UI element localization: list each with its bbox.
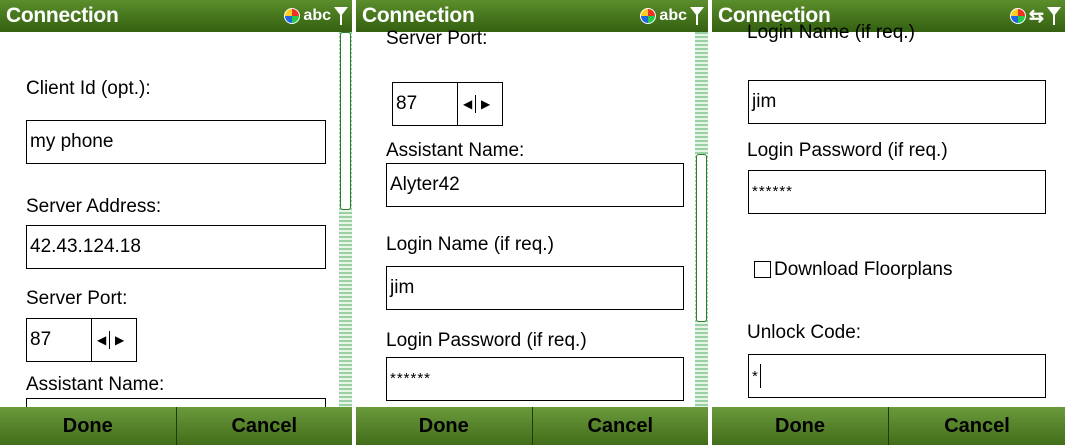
- input-mode-indicator: abc: [659, 7, 687, 24]
- unlock-code-label: Unlock Code:: [747, 322, 862, 343]
- screen-2: Connection abc Server Port: 87 ◀ ▶ Assis…: [356, 0, 708, 445]
- data-connection-arrows-icon: ⇆: [1028, 6, 1044, 26]
- status-icons: ⇆: [1009, 5, 1061, 27]
- cancel-button[interactable]: Cancel: [533, 407, 709, 445]
- assistant-name-label: Assistant Name:: [386, 140, 525, 161]
- screen-1: Connection abc Client Id (opt.): my phon…: [0, 0, 352, 445]
- server-port-value: 87: [30, 329, 52, 350]
- signal-antenna-icon: [690, 7, 704, 25]
- unlock-code-field[interactable]: *: [748, 354, 1046, 398]
- spinner-arrow-divider: [475, 95, 476, 113]
- unlock-code-value: *: [752, 368, 759, 385]
- login-password-field[interactable]: ******: [386, 357, 684, 401]
- cancel-button[interactable]: Cancel: [177, 407, 353, 445]
- server-address-label: Server Address:: [26, 196, 162, 217]
- done-button[interactable]: Done: [356, 407, 532, 445]
- done-button[interactable]: Done: [712, 407, 888, 445]
- scrollbar-thumb[interactable]: [340, 32, 351, 210]
- server-port-label: Server Port:: [386, 28, 488, 49]
- scrollbar-thumb[interactable]: [696, 154, 707, 322]
- assistant-name-label: Assistant Name:: [26, 374, 165, 395]
- status-icons: abc: [640, 5, 704, 27]
- form-content: Server Port: 87 ◀ ▶ Assistant Name: Alyt…: [362, 28, 690, 407]
- arrow-right-icon[interactable]: ▶: [481, 98, 490, 110]
- client-id-label: Client Id (opt.):: [26, 78, 151, 99]
- login-password-label: Login Password (if req.): [747, 140, 948, 161]
- spinner-divider: [457, 83, 458, 125]
- screen-title: Connection: [6, 4, 119, 27]
- download-floorplans-label[interactable]: Download Floorplans: [774, 259, 953, 281]
- form-content: Client Id (opt.): my phone Server Addres…: [6, 32, 334, 410]
- signal-antenna-icon: [334, 7, 348, 25]
- server-port-spinner[interactable]: 87 ◀ ▶: [26, 318, 137, 362]
- server-port-spinner[interactable]: 87 ◀ ▶: [392, 82, 503, 126]
- client-id-field[interactable]: my phone: [26, 120, 326, 164]
- soft-key-bar: Done Cancel: [712, 407, 1065, 445]
- title-bar: Connection abc: [0, 0, 352, 32]
- server-port-value: 87: [396, 93, 418, 114]
- arrow-left-icon[interactable]: ◀: [463, 98, 472, 110]
- server-address-field[interactable]: 42.43.124.18: [26, 225, 326, 269]
- login-name-label: Login Name (if req.): [386, 234, 554, 255]
- scrollbar[interactable]: [695, 32, 708, 407]
- server-port-label: Server Port:: [26, 288, 128, 309]
- login-name-field[interactable]: jim: [748, 80, 1046, 124]
- login-name-field[interactable]: jim: [386, 266, 684, 310]
- login-name-label: Login Name (if req.): [747, 22, 915, 43]
- network-globe-icon: [640, 8, 657, 24]
- assistant-name-field[interactable]: Alyter42: [386, 163, 684, 207]
- signal-antenna-icon: [1047, 7, 1061, 25]
- arrow-left-icon[interactable]: ◀: [97, 334, 106, 346]
- screen-3: Connection ⇆ Login Name (if req.) jim Lo…: [712, 0, 1065, 445]
- text-caret: [759, 363, 761, 388]
- cancel-button[interactable]: Cancel: [889, 407, 1065, 445]
- scrollbar[interactable]: [339, 32, 352, 407]
- done-button[interactable]: Done: [0, 407, 176, 445]
- spinner-arrow-divider: [109, 331, 110, 349]
- login-password-field[interactable]: ******: [748, 170, 1046, 214]
- network-globe-icon: [284, 8, 301, 24]
- login-password-label: Login Password (if req.): [386, 330, 587, 351]
- arrow-right-icon[interactable]: ▶: [115, 334, 124, 346]
- soft-key-bar: Done Cancel: [0, 407, 352, 445]
- soft-key-bar: Done Cancel: [356, 407, 708, 445]
- status-icons: abc: [284, 5, 348, 27]
- network-globe-icon: [1009, 8, 1026, 24]
- form-content: Login Name (if req.) jim Login Password …: [718, 22, 1047, 407]
- download-floorplans-checkbox[interactable]: [754, 261, 771, 278]
- input-mode-indicator: abc: [303, 7, 331, 24]
- spinner-divider: [91, 319, 92, 361]
- screen-title: Connection: [362, 4, 475, 27]
